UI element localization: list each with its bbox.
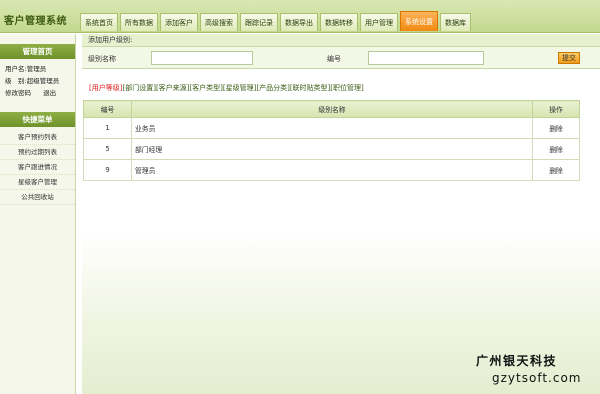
nav-tab-home[interactable]: 系统首页 xyxy=(80,13,118,31)
app-title: 客户管理系统 xyxy=(4,16,67,27)
quick-menu: 客户预约列表 预约过期列表 客户跟进情况 星级客户管理 公共回收站 xyxy=(0,127,75,205)
nav-tab-transfer[interactable]: 数据转移 xyxy=(320,13,358,31)
table-row: 1 业务员 删除 xyxy=(83,117,580,139)
column-header-level-name: 级别名称 xyxy=(131,100,533,118)
sidebar-item-recycle-bin[interactable]: 公共回收站 xyxy=(0,190,75,205)
cell-level-name: 业务员 xyxy=(131,117,533,139)
cell-level-name: 管理员 xyxy=(131,159,533,181)
page-subtitle: 添加用户级别: xyxy=(82,34,600,47)
sidebar-item-appointments[interactable]: 客户预约列表 xyxy=(0,130,75,145)
sublink-product-category[interactable]: [产品分类] xyxy=(256,84,289,92)
nav-tab-advanced-search[interactable]: 高级搜索 xyxy=(200,13,238,31)
username-text: 用户名:管理员 xyxy=(5,65,47,73)
change-password-link[interactable]: 修改密码 xyxy=(5,89,31,97)
sublink-star-management[interactable]: [星级管理] xyxy=(223,84,256,92)
number-label: 编号 xyxy=(327,55,341,63)
sidebar-section-quick-menu: 快捷菜单 xyxy=(0,112,75,127)
watermark-company: 广州银天科技 xyxy=(476,354,558,368)
cell-number: 9 xyxy=(83,159,132,181)
watermark-url: gzytsoft.com xyxy=(492,371,582,385)
nav-tab-settings[interactable]: 系统设置 xyxy=(400,11,438,31)
table-row: 9 管理员 删除 xyxy=(83,159,580,181)
nav-tab-add-customer[interactable]: 添加客户 xyxy=(160,13,198,31)
nav-tab-users[interactable]: 用户管理 xyxy=(360,13,398,31)
delete-link[interactable]: 删除 xyxy=(532,159,580,181)
nav-tab-all-data[interactable]: 所有数据 xyxy=(120,13,158,31)
sidebar-item-follow-up[interactable]: 客户跟进情况 xyxy=(0,160,75,175)
sublink-note-type[interactable]: [联时贴类型] xyxy=(290,84,330,92)
sublink-user-levels[interactable]: [用户等级] xyxy=(89,84,122,92)
nav-tab-database[interactable]: 数据库 xyxy=(440,13,471,31)
sidebar-item-star-customers[interactable]: 星级客户管理 xyxy=(0,175,75,190)
level-name-label: 级别名称 xyxy=(88,55,116,63)
delete-link[interactable]: 删除 xyxy=(532,117,580,139)
delete-link[interactable]: 删除 xyxy=(532,138,580,160)
sidebar-item-expired-appointments[interactable]: 预约过期列表 xyxy=(0,145,75,160)
sidebar-section-admin-home[interactable]: 管理首页 xyxy=(0,44,75,59)
level-name-input[interactable] xyxy=(151,51,253,65)
sidebar: 管理首页 用户名:管理员 级 别:超级管理员 修改密码 退出 快捷菜单 客户预约… xyxy=(0,34,76,394)
nav-tab-tracking[interactable]: 跟踪记录 xyxy=(240,13,278,31)
settings-sublinks: [用户等级][部门设置][客户来源][客户类型][星级管理][产品分类][联时贴… xyxy=(89,83,364,93)
sublink-positions[interactable]: [职位管理] xyxy=(330,84,363,92)
add-level-form: 级别名称 编号 提交 xyxy=(82,47,600,69)
column-header-action: 操作 xyxy=(532,100,580,118)
number-input[interactable] xyxy=(368,51,484,65)
user-info: 用户名:管理员 级 别:超级管理员 修改密码 退出 xyxy=(0,59,75,101)
cell-number: 1 xyxy=(83,117,132,139)
sublink-customer-source[interactable]: [客户来源] xyxy=(156,84,189,92)
table-row: 5 部门经理 删除 xyxy=(83,138,580,160)
logout-link[interactable]: 退出 xyxy=(43,89,56,97)
sublink-customer-type[interactable]: [客户类型] xyxy=(189,84,222,92)
nav-tab-export[interactable]: 数据导出 xyxy=(280,13,318,31)
sublink-departments[interactable]: [部门设置] xyxy=(122,84,155,92)
column-header-number: 编号 xyxy=(83,100,132,118)
cell-level-name: 部门经理 xyxy=(131,138,533,160)
level-table: 编号 级别名称 操作 1 业务员 删除 5 部门经理 删除 9 管理员 删除 xyxy=(83,100,580,181)
user-level-text: 级 别:超级管理员 xyxy=(5,77,60,85)
submit-button[interactable]: 提交 xyxy=(558,52,580,64)
main-panel: 添加用户级别: 级别名称 编号 提交 [用户等级][部门设置][客户来源][客户… xyxy=(82,34,600,394)
cell-number: 5 xyxy=(83,138,132,160)
main-nav: 系统首页 所有数据 添加客户 高级搜索 跟踪记录 数据导出 数据转移 用户管理 … xyxy=(80,11,473,33)
top-bar: 客户管理系统 系统首页 所有数据 添加客户 高级搜索 跟踪记录 数据导出 数据转… xyxy=(0,0,600,33)
